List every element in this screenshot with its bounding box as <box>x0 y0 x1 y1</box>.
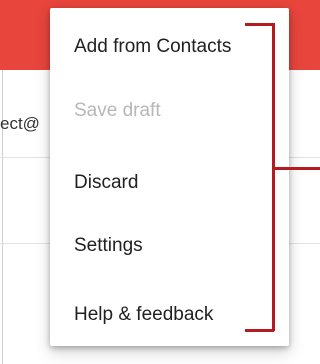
menu-item-help-feedback[interactable]: Help & feedback <box>74 304 213 326</box>
menu-item-add-from-contacts[interactable]: Add from Contacts <box>74 36 231 58</box>
bracket-pointer-line <box>272 167 320 170</box>
menu-item-settings[interactable]: Settings <box>74 235 143 257</box>
bracket-top-tick <box>245 23 274 26</box>
bracket-bottom-tick <box>245 329 274 332</box>
overflow-menu: Add from Contacts Save draft Discard Set… <box>50 8 289 346</box>
menu-item-discard[interactable]: Discard <box>74 172 138 194</box>
to-field-value: ect@ <box>0 114 40 133</box>
bracket-vertical-line <box>272 23 275 331</box>
menu-item-save-draft: Save draft <box>74 100 161 121</box>
